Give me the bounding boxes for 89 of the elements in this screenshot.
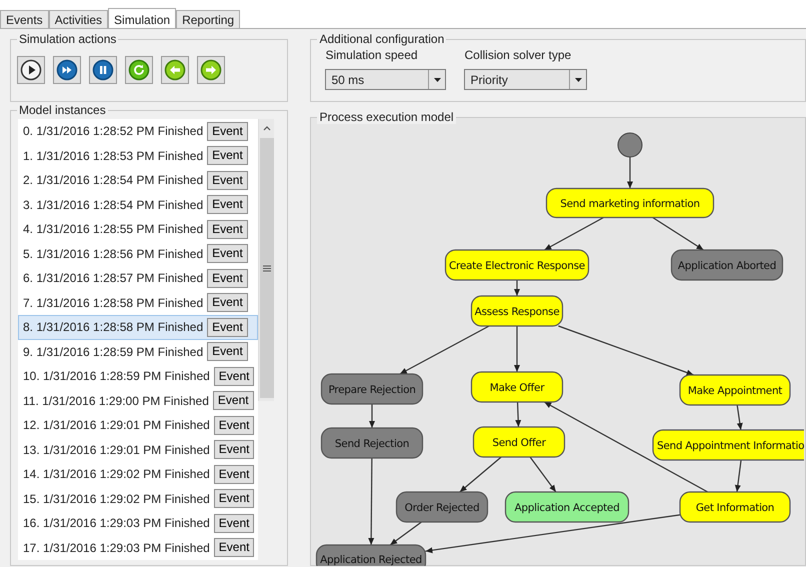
event-button[interactable]: Event xyxy=(207,268,248,288)
grip-icon xyxy=(262,264,270,272)
connector-arrow xyxy=(514,326,520,372)
group-title: Process execution model xyxy=(317,110,456,124)
dropdown[interactable]: Priority xyxy=(464,69,588,90)
connector-arrow xyxy=(737,404,744,430)
list-row[interactable]: 12. 1/31/2016 1:29:01 PM Finished Event xyxy=(18,413,258,438)
list-row[interactable]: 16. 1/31/2016 1:29:03 PM Finished Event xyxy=(18,511,258,536)
play-button[interactable] xyxy=(17,56,45,84)
event-button[interactable]: Event xyxy=(214,416,254,435)
list-row[interactable]: 6. 1/31/2016 1:28:57 PM Finished Event xyxy=(18,266,258,290)
play-icon xyxy=(20,59,42,81)
event-button[interactable]: Event xyxy=(214,366,254,386)
event-button[interactable]: Event xyxy=(207,342,248,362)
list-row[interactable]: 17. 1/31/2016 1:29:03 PM Finished Event xyxy=(18,536,258,560)
connector-arrow xyxy=(735,460,742,492)
list-row[interactable]: 7. 1/31/2016 1:28:58 PM Finished Event xyxy=(18,290,258,315)
caret-icon xyxy=(434,78,441,82)
caret-icon xyxy=(574,78,582,82)
pause-icon xyxy=(92,59,114,81)
connector-arrow xyxy=(514,280,520,296)
event-button[interactable]: Event xyxy=(212,391,254,410)
refresh-icon xyxy=(128,59,150,81)
group-title: Additional configuration xyxy=(317,32,446,46)
scrollbar[interactable] xyxy=(258,119,274,401)
activity-node: Send marketing information xyxy=(546,188,715,218)
event-button[interactable]: Event xyxy=(207,244,248,264)
event-button[interactable]: Event xyxy=(207,195,248,214)
tab[interactable]: Reporting xyxy=(176,10,240,28)
pause-button[interactable] xyxy=(89,56,117,84)
event-button[interactable]: Event xyxy=(214,440,254,460)
event-button[interactable]: Event xyxy=(214,538,254,558)
activity-node: Application Aborted xyxy=(671,249,784,281)
connector-arrow xyxy=(369,404,376,428)
connector-arrow xyxy=(544,216,604,251)
fast-forward-button[interactable] xyxy=(53,56,81,84)
event-button[interactable]: Event xyxy=(207,318,248,337)
connector-arrow xyxy=(460,456,502,492)
event-button[interactable]: Event xyxy=(214,489,254,508)
tab[interactable]: Simulation xyxy=(108,8,176,28)
activity-node: Get Information xyxy=(680,491,792,523)
list-row[interactable]: 5. 1/31/2016 1:28:56 PM Finished Event xyxy=(18,242,258,266)
right-arrow-button[interactable] xyxy=(197,56,225,84)
event-button[interactable]: Event xyxy=(214,514,254,533)
list-row[interactable]: 1. 1/31/2016 1:28:53 PM Finished Event xyxy=(18,144,258,168)
activity-node: Application Accepted xyxy=(505,491,630,523)
list-row[interactable]: 10. 1/31/2016 1:28:59 PM Finished Event xyxy=(18,364,258,388)
group-title: Model instances xyxy=(17,103,108,117)
left-arrow-button[interactable] xyxy=(161,56,189,84)
event-button[interactable]: Event xyxy=(207,122,248,141)
tab[interactable]: Activities xyxy=(48,10,108,28)
field-label: Collision solver type xyxy=(464,47,572,64)
group-title: Simulation actions xyxy=(17,32,118,46)
dropdown[interactable]: 50 ms xyxy=(325,69,446,90)
activity-node: Send Rejection xyxy=(321,427,424,459)
activity-node: Make Offer xyxy=(471,371,564,403)
connector-arrow xyxy=(652,217,704,250)
list-row[interactable]: 11. 1/31/2016 1:29:00 PM Finished Event xyxy=(18,388,258,413)
connector-arrow xyxy=(390,522,422,546)
refresh-button[interactable] xyxy=(125,56,153,84)
list-row[interactable]: 9. 1/31/2016 1:28:59 PM Finished Event xyxy=(18,340,258,364)
activity-node: Create Electronic Response xyxy=(445,249,590,281)
connector-arrow xyxy=(627,157,634,188)
list-row[interactable]: 15. 1/31/2016 1:29:02 PM Finished Event xyxy=(18,486,258,511)
event-button[interactable]: Event xyxy=(207,293,248,312)
event-button[interactable]: Event xyxy=(207,220,248,239)
scrollbar-thumb[interactable] xyxy=(260,138,274,398)
event-button[interactable]: Event xyxy=(207,146,248,166)
activity-node: Send Appointment Informatio xyxy=(652,429,804,461)
connector-arrow xyxy=(516,402,522,428)
list-row[interactable]: 0. 1/31/2016 1:28:52 PM Finished Event xyxy=(18,119,258,144)
selected-list-row[interactable]: 8. 1/31/2016 1:28:58 PM Finished Event xyxy=(18,315,258,340)
activity-node: Prepare Rejection xyxy=(321,373,424,405)
activity-node: Order Rejected xyxy=(396,491,489,523)
fast-forward-icon xyxy=(56,59,78,81)
event-button[interactable]: Event xyxy=(207,170,248,190)
list-row[interactable]: 13. 1/31/2016 1:29:01 PM Finished Event xyxy=(18,438,258,462)
list-row[interactable]: 3. 1/31/2016 1:28:54 PM Finished Event xyxy=(18,192,258,217)
list-row[interactable]: 14. 1/31/2016 1:29:02 PM Finished Event xyxy=(18,462,258,486)
activity-node: Make Appointment xyxy=(680,374,792,406)
field-label: Simulation speed xyxy=(325,47,419,64)
activity-node: Assess Response xyxy=(471,295,564,327)
scroll-up-icon[interactable] xyxy=(262,124,272,132)
activity-node: Send Offer xyxy=(473,426,566,458)
activity-node: Application Rejected xyxy=(316,544,427,566)
event-button[interactable]: Event xyxy=(214,464,254,484)
list-row[interactable]: 4. 1/31/2016 1:28:55 PM Finished Event xyxy=(18,217,258,242)
list-row[interactable]: 2. 1/31/2016 1:28:54 PM Finished Event xyxy=(18,168,258,192)
tab[interactable]: Events xyxy=(0,10,49,28)
